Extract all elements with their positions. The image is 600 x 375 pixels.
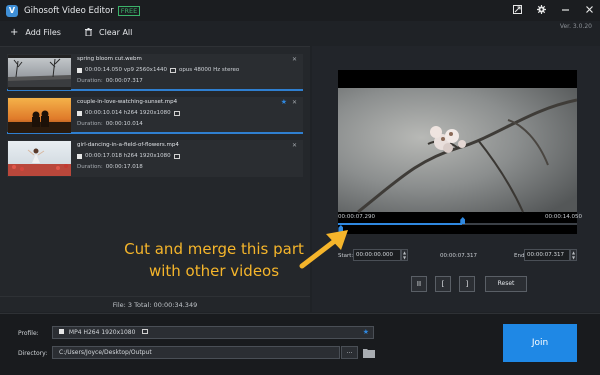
remove-file-icon[interactable]: ✕ [292,99,297,106]
file-name: couple-in-love-watching-sunset.mp4 [77,99,178,105]
app-title: Gihosoft Video Editor [24,5,114,16]
directory-input[interactable]: C:/Users/Joyce/Desktop/Output [52,346,340,359]
remove-file-icon[interactable]: ✕ [292,142,297,149]
profile-value: MP4 H264 1920x1080 [68,329,136,336]
video-thumbnail [8,98,71,133]
title-bar: V Gihosoft Video Editor FREE [0,0,600,21]
settings-icon[interactable] [536,4,546,17]
file-name: spring bloom cut.webm [77,56,142,62]
file-name: girl-dancing-in-a-field-of-flowers.mp4 [77,142,179,148]
directory-label: Directory: [18,350,48,357]
output-panel: Profile: MP4 H264 1920x1080 ★ Directory:… [0,313,600,375]
checkbox-icon[interactable] [77,110,82,116]
video-thumbnail [8,55,71,90]
annotation-line-1: Cut and merge this part [124,240,304,258]
file-duration: 00:00:07.317 [105,78,143,84]
subtitle-icon [173,153,180,159]
segment-duration: 00:00:07.317 [440,253,477,259]
file-item[interactable]: girl-dancing-in-a-field-of-flowers.mp4 0… [7,140,303,177]
close-icon[interactable] [584,5,594,17]
end-time-stepper[interactable]: ▲ ▼ [570,249,577,261]
duration-label: Duration: [77,121,103,127]
mark-in-button[interactable]: [ [435,276,451,292]
folder-icon[interactable] [363,348,375,358]
remove-file-icon[interactable]: ✕ [292,56,297,63]
subtitle-icon [142,329,149,334]
preview-panel: 00:00:07.290 00:00:14.050 Start: 00:00:0… [312,46,600,312]
clear-all-button[interactable]: Clear All [84,27,133,38]
annotation-arrow-icon [299,230,348,269]
free-badge: FREE [117,5,141,16]
file-info: 00:00:14.050 vp9 2560x1440 [85,67,167,73]
add-files-button[interactable]: + Add Files [10,27,61,38]
subtitle-icon [169,67,176,73]
file-item[interactable]: couple-in-love-watching-sunset.mp4 00:00… [7,97,303,134]
file-duration: 00:00:17.018 [105,164,143,170]
format-icon [59,329,64,334]
annotation-line-2: with other videos [148,262,280,280]
pause-button[interactable]: II [411,276,427,292]
clear-all-label: Clear All [98,28,133,37]
file-info: 00:00:10.014 h264 1920x1080 [85,110,171,116]
checkbox-icon[interactable] [77,153,82,159]
current-time: 00:00:07.290 [338,214,375,220]
file-info: 00:00:17.018 h264 1920x1080 [85,153,171,159]
video-preview[interactable] [338,70,577,234]
profile-select[interactable]: MP4 H264 1920x1080 ★ [52,326,374,339]
plus-icon: + [10,27,19,38]
add-files-label: Add Files [25,28,61,37]
browse-button[interactable]: ... [341,346,358,359]
timeline-slider[interactable] [338,223,577,225]
star-icon[interactable]: ★ [363,327,369,338]
video-thumbnail [8,141,71,176]
file-item[interactable]: spring bloom cut.webm 00:00:14.050 vp9 2… [7,54,303,91]
star-icon[interactable]: ★ [281,98,287,106]
toolbar: + Add Files Clear All [0,21,600,44]
profile-label: Profile: [18,330,39,337]
duration-label: Duration: [77,164,103,170]
trash-icon [84,27,92,38]
total-time: 00:00:14.050 [545,214,582,220]
checkbox-icon[interactable] [77,67,82,73]
start-time-input[interactable]: 00:00:00.000 [353,249,401,261]
app-logo-icon: V [6,4,18,17]
file-duration: 00:00:10.014 [105,121,143,127]
start-time-stepper[interactable]: ▲ ▼ [401,249,408,261]
subtitle-icon [173,110,180,116]
end-time-input[interactable]: 00:00:07.317 [524,249,570,261]
timeline-progress [338,223,463,225]
file-audio: opus 48000 Hz stereo [178,67,240,73]
duration-label: Duration: [77,78,103,84]
annotation-text: Cut and merge this part with other video… [104,238,324,282]
mark-out-button[interactable]: ] [459,276,475,292]
files-summary: File: 3 Total: 00:00:34.349 [0,296,310,312]
reset-button[interactable]: Reset [485,276,527,292]
join-button[interactable]: Join [503,324,577,362]
share-icon[interactable] [512,4,522,17]
minimize-icon[interactable] [560,5,570,17]
